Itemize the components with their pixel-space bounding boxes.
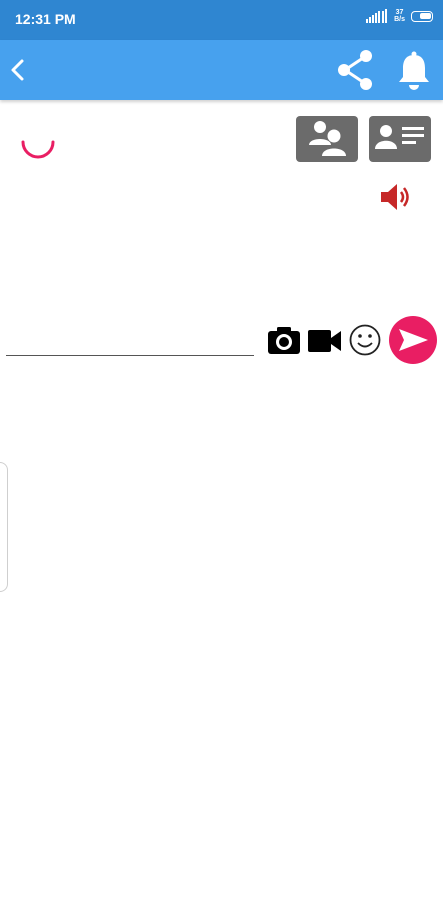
status-time: 12:31 PM <box>15 11 76 27</box>
speaker-button[interactable] <box>378 180 414 214</box>
loading-spinner <box>21 140 55 159</box>
speaker-icon <box>381 184 409 210</box>
video-camera-icon <box>308 330 341 352</box>
group-button[interactable] <box>296 116 358 162</box>
message-input[interactable] <box>6 328 254 356</box>
bell-icon <box>399 51 429 90</box>
status-icons: 37 B/s <box>366 9 433 23</box>
battery-icon <box>411 10 433 22</box>
smiley-icon <box>349 324 381 356</box>
group-icon <box>309 121 346 156</box>
notifications-button[interactable] <box>394 48 434 92</box>
send-icon <box>389 316 437 364</box>
profile-card-icon <box>375 125 424 149</box>
net-speed-value: 37 <box>395 9 404 16</box>
net-speed: 37 B/s <box>394 9 405 23</box>
camera-button[interactable] <box>267 325 301 357</box>
net-speed-unit: B/s <box>394 16 405 23</box>
app-bar <box>0 40 443 100</box>
share-button[interactable] <box>334 48 378 92</box>
share-icon <box>338 50 372 90</box>
camera-icon <box>268 327 300 354</box>
video-button[interactable] <box>307 327 343 355</box>
signal-icon <box>366 9 388 23</box>
emoji-button[interactable] <box>348 323 382 357</box>
status-bar: 12:31 PM 37 B/s <box>0 0 443 40</box>
profile-card-button[interactable] <box>369 116 431 162</box>
side-drawer-handle[interactable] <box>0 462 8 592</box>
chevron-left-icon <box>11 59 24 81</box>
back-button[interactable] <box>6 55 32 85</box>
send-button[interactable] <box>389 316 437 364</box>
